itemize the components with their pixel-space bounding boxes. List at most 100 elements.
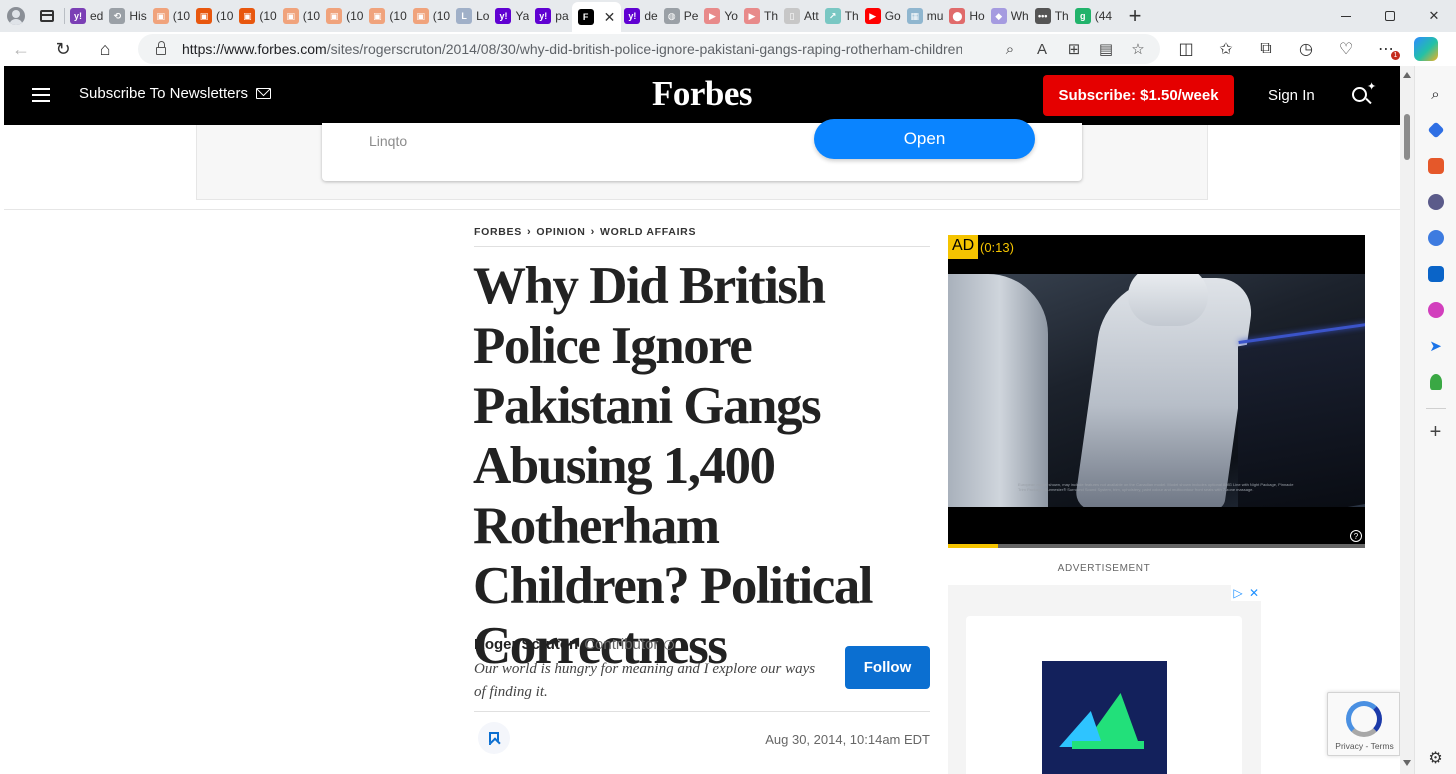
browser-tab[interactable]: ▶ Go (862, 2, 904, 30)
scroll-up-icon[interactable] (1403, 72, 1411, 78)
settings-more-icon[interactable]: ⋯ 1 (1366, 32, 1406, 66)
video-ad[interactable]: AD (0:13) European model shown, may incl… (948, 235, 1365, 548)
video-frame[interactable]: European model shown, may include featur… (948, 274, 1365, 507)
search-icon[interactable]: ✦ (1352, 81, 1378, 109)
browser-tab[interactable]: ▣ (10 (410, 2, 453, 30)
tab-label: ed (90, 9, 104, 23)
browser-tab[interactable]: y! ed (67, 2, 106, 30)
browser-tab[interactable]: ↗ Th (822, 2, 862, 30)
tab-favicon-icon: ▣ (412, 8, 429, 24)
breadcrumb-forbes[interactable]: FORBES (474, 226, 522, 238)
tools-icon[interactable] (1423, 153, 1449, 179)
games-icon[interactable] (1423, 189, 1449, 215)
browser-tab[interactable]: ⟲ His (106, 2, 149, 30)
breadcrumb-world-affairs[interactable]: WORLD AFFAIRS (600, 226, 696, 238)
home-button[interactable]: ⌂ (84, 32, 126, 66)
close-tab-icon[interactable]: ✕ (604, 9, 616, 26)
adchoices: ▷ ✕ (1231, 585, 1261, 601)
video-progress-bar[interactable] (948, 544, 1365, 548)
window-controls: ✕ (1324, 0, 1456, 32)
sidebar-divider (1425, 408, 1446, 409)
ad-open-button[interactable]: Open (814, 119, 1035, 159)
new-tab-button[interactable]: + (1121, 2, 1149, 30)
subscribe-button[interactable]: Subscribe: $1.50/week (1043, 75, 1234, 116)
adchoices-icon[interactable]: ▷ (1231, 585, 1245, 601)
browser-tab[interactable]: ◆ Wh (988, 2, 1032, 30)
browser-tab[interactable]: ••• Th (1032, 2, 1072, 30)
browser-tab[interactable]: ▣ (10 (366, 2, 409, 30)
browser-tab[interactable]: ▣ (10 (323, 2, 366, 30)
recaptcha-badge[interactable]: Privacy - Terms (1327, 692, 1400, 756)
scrollbar-thumb[interactable] (1404, 114, 1410, 160)
favorites-icon[interactable]: ✩ (1206, 32, 1246, 66)
browser-tab[interactable]: ◍ Pe (661, 2, 702, 30)
browser-tab[interactable]: y! pa (532, 2, 571, 30)
tab-divider (64, 8, 65, 24)
back-button[interactable]: ← (0, 32, 42, 66)
history-icon[interactable]: ◷ (1286, 32, 1326, 66)
browser-tab[interactable]: y! Ya (492, 2, 532, 30)
page-scrollbar[interactable] (1400, 66, 1414, 774)
browser-tab[interactable]: ▣ (10 (236, 2, 279, 30)
breadcrumb-opinion[interactable]: OPINION (536, 226, 585, 238)
tree-icon[interactable] (1423, 369, 1449, 395)
favorite-star-icon[interactable]: ☆ (1124, 35, 1152, 63)
address-bar[interactable]: https://www.forbes.com/sites/rogerscruto… (138, 34, 1160, 64)
browser-tab-active[interactable]: F ✕ (571, 2, 622, 32)
split-screen-icon[interactable]: ◫ (1166, 32, 1206, 66)
tab-actions-icon (40, 10, 54, 22)
zoom-icon[interactable]: ⌕ (996, 35, 1024, 63)
search-sidebar-icon[interactable]: ⌕ (1423, 81, 1449, 107)
browser-tab[interactable]: L Lo (453, 2, 492, 30)
send-icon[interactable]: ➤ (1423, 333, 1449, 359)
refresh-button[interactable]: ↻ (42, 32, 84, 66)
browser-essentials-icon[interactable]: ♡ (1326, 32, 1366, 66)
display-ad-card[interactable] (966, 616, 1242, 774)
browser-tab[interactable]: y! de (621, 2, 660, 30)
collections-icon[interactable]: ⧉ (1246, 32, 1286, 66)
browser-tab[interactable]: ⬤ Ho (946, 2, 987, 30)
lock-icon[interactable] (146, 34, 176, 64)
copilot-icon[interactable] (1414, 37, 1438, 61)
browser-tab[interactable]: ▯ Att (781, 2, 822, 30)
tab-actions-button[interactable] (32, 0, 62, 32)
minimize-button[interactable] (1324, 0, 1368, 32)
tab-favicon-icon: ▣ (282, 8, 299, 24)
browser-tab[interactable]: ▣ (10 (280, 2, 323, 30)
immersive-reader-icon[interactable]: ▤ (1092, 35, 1120, 63)
restore-icon (1385, 11, 1395, 21)
sidebar-settings-icon[interactable]: ⚙ (1428, 748, 1442, 768)
follow-button[interactable]: Follow (845, 646, 930, 689)
app-available-icon[interactable]: ⊞ (1060, 35, 1088, 63)
tab-label: Th (1054, 9, 1069, 23)
browser-tab[interactable]: ▶ Th (741, 2, 781, 30)
sign-in-link[interactable]: Sign In (1268, 87, 1315, 104)
info-icon[interactable]: i (664, 639, 675, 650)
top-ad-card[interactable]: Linqto Open (322, 119, 1082, 181)
browser-tab[interactable]: ▶ Yo (701, 2, 741, 30)
help-icon[interactable]: ? (1350, 530, 1362, 542)
url-host: https://www.forbes.com (182, 41, 327, 57)
tab-favicon-icon: y! (495, 8, 512, 24)
browser-tab[interactable]: ▦ mu (904, 2, 947, 30)
author-name[interactable]: Roger Scruton (474, 636, 578, 653)
designer-icon[interactable] (1423, 297, 1449, 323)
close-window-button[interactable]: ✕ (1412, 0, 1456, 32)
profile-button[interactable] (0, 0, 32, 32)
browser-tab[interactable]: g (44 (1072, 2, 1115, 30)
display-ad[interactable]: ▷ ✕ (948, 585, 1261, 774)
close-ad-icon[interactable]: ✕ (1247, 585, 1261, 601)
maximize-button[interactable] (1368, 0, 1412, 32)
microsoft365-icon[interactable] (1423, 225, 1449, 251)
recaptcha-links[interactable]: Privacy - Terms (1328, 741, 1400, 751)
bookmark-button[interactable] (478, 722, 510, 754)
read-aloud-icon[interactable]: A (1028, 35, 1056, 63)
add-sidebar-app-icon[interactable]: + (1430, 421, 1442, 444)
url-text[interactable]: https://www.forbes.com/sites/rogerscruto… (182, 41, 962, 57)
browser-tab[interactable]: ▣ (10 (150, 2, 193, 30)
shopping-icon[interactable] (1423, 117, 1449, 143)
tab-favicon-icon: L (456, 8, 473, 24)
outlook-icon[interactable] (1423, 261, 1449, 287)
browser-tab[interactable]: ▣ (10 (193, 2, 236, 30)
scroll-down-icon[interactable] (1403, 760, 1411, 766)
